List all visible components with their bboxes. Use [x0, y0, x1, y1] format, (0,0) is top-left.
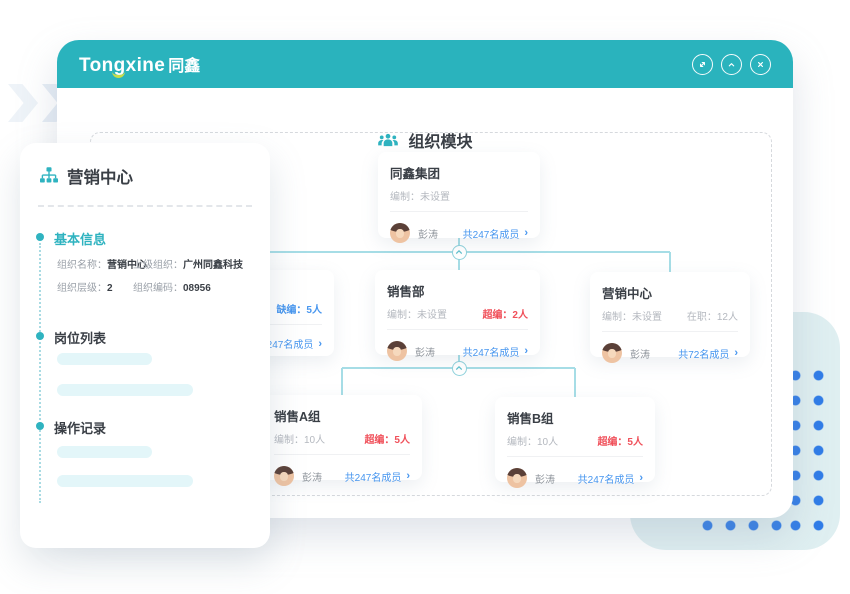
chevron-up-icon — [455, 364, 463, 372]
placeholder-bar — [57, 446, 152, 458]
placeholder-bar — [57, 384, 193, 396]
members-link[interactable]: 共247名成员› — [578, 471, 643, 486]
on-duty-label: 在职：12人 — [687, 308, 738, 323]
close-icon — [755, 59, 766, 70]
overstaffed-label: 超编：5人 — [364, 431, 410, 446]
divider — [507, 456, 643, 457]
chevron-right-icon: › — [734, 347, 738, 359]
chevron-up-icon — [455, 248, 463, 256]
manager-name: 彭涛 — [415, 344, 435, 359]
manager-name: 彭涛 — [630, 346, 650, 361]
member-avatar — [274, 466, 294, 486]
org-card-sales-dept[interactable]: 销售部 编制：未设置 超编：2人 彭涛 共247名成员› — [375, 270, 540, 355]
connector-line — [341, 368, 343, 395]
org-card-title: 销售A组 — [274, 406, 410, 425]
chevron-right-icon: › — [639, 472, 643, 484]
section-heading-post-list: 岗位列表 — [54, 328, 106, 347]
section-bullet — [36, 332, 44, 340]
member-avatar — [602, 343, 622, 363]
section-heading-op-log: 操作记录 — [54, 418, 106, 437]
window-controls — [692, 54, 771, 75]
placeholder-bar — [57, 475, 193, 487]
staffing-label: 编制：未设置 — [387, 306, 447, 321]
org-card-sales-a[interactable]: 销售A组 编制：10人 超编：5人 彭涛 共247名成员› — [262, 395, 422, 480]
org-level-field: 组织层级：2 — [57, 279, 113, 294]
member-avatar — [390, 223, 410, 243]
dashed-divider — [38, 205, 252, 207]
vacancy-label: 缺编：5人 — [276, 301, 322, 316]
org-card-title: 同鑫集团 — [390, 163, 528, 182]
chevron-right-icon: › — [524, 227, 528, 239]
detail-panel: 营销中心 基本信息 组织名称：营销中心 上级组织：广州同鑫科技 组织层级：2 组… — [20, 143, 270, 548]
page: Tongxine 同鑫 — [0, 0, 850, 594]
org-code-field: 组织编码：08956 — [133, 279, 211, 294]
chevron-up-icon — [726, 59, 737, 70]
placeholder-bar — [57, 353, 152, 365]
chevron-right-decoration — [8, 84, 38, 122]
divider — [602, 331, 738, 332]
chevron-right-icon: › — [406, 470, 410, 482]
org-card-title: 营销中心 — [602, 283, 738, 302]
section-heading-basic-info: 基本信息 — [54, 229, 106, 248]
members-link[interactable]: 共247名成员› — [463, 226, 528, 241]
member-avatar — [507, 468, 527, 488]
section-bullet — [36, 422, 44, 430]
manager-name: 彭涛 — [535, 471, 555, 486]
members-link[interactable]: 共72名成员› — [678, 346, 738, 361]
staffing-label: 编制：未设置 — [390, 188, 450, 203]
fullscreen-button[interactable] — [692, 54, 713, 75]
connector-collapse-node[interactable] — [452, 245, 467, 260]
manager-name: 彭涛 — [302, 469, 322, 484]
divider — [274, 454, 410, 455]
connector-line — [574, 368, 576, 397]
hierarchy-icon — [38, 165, 60, 187]
org-card-title: 销售B组 — [507, 408, 643, 427]
overstaffed-label: 超编：2人 — [482, 306, 528, 321]
panel-title: 营销中心 — [67, 164, 133, 188]
members-link[interactable]: 共247名成员› — [345, 469, 410, 484]
members-link[interactable]: 共247名成员› — [463, 344, 528, 359]
divider — [390, 211, 528, 212]
close-button[interactable] — [750, 54, 771, 75]
connector-collapse-node[interactable] — [452, 361, 467, 376]
org-card-marketing-center[interactable]: 营销中心 编制：未设置 在职：12人 彭涛 共72名成员› — [590, 272, 750, 357]
timeline-line — [39, 243, 41, 503]
fullscreen-icon — [697, 59, 708, 70]
chevron-right-icon: › — [318, 338, 322, 350]
staffing-label: 编制：10人 — [274, 431, 325, 446]
connector-line — [669, 252, 671, 272]
manager-name: 彭涛 — [418, 226, 438, 241]
window-titlebar: Tongxine 同鑫 — [57, 40, 793, 88]
org-card-root[interactable]: 同鑫集团 编制：未设置 彭涛 共247名成员› — [378, 152, 540, 238]
collapse-button[interactable] — [721, 54, 742, 75]
brand-logo-zh: 同鑫 — [168, 52, 200, 76]
chevron-right-icon: › — [524, 345, 528, 357]
section-bullet — [36, 233, 44, 241]
overstaffed-label: 超编：5人 — [597, 433, 643, 448]
member-avatar — [387, 341, 407, 361]
org-card-title: 销售部 — [387, 281, 528, 300]
org-card-sales-b[interactable]: 销售B组 编制：10人 超编：5人 彭涛 共247名成员› — [495, 397, 655, 482]
divider — [387, 329, 528, 330]
parent-org-field: 上级组织：广州同鑫科技 — [133, 256, 243, 271]
staffing-label: 编制：10人 — [507, 433, 558, 448]
brand-logo: Tongxine 同鑫 — [79, 52, 200, 77]
staffing-label: 编制：未设置 — [602, 308, 662, 323]
